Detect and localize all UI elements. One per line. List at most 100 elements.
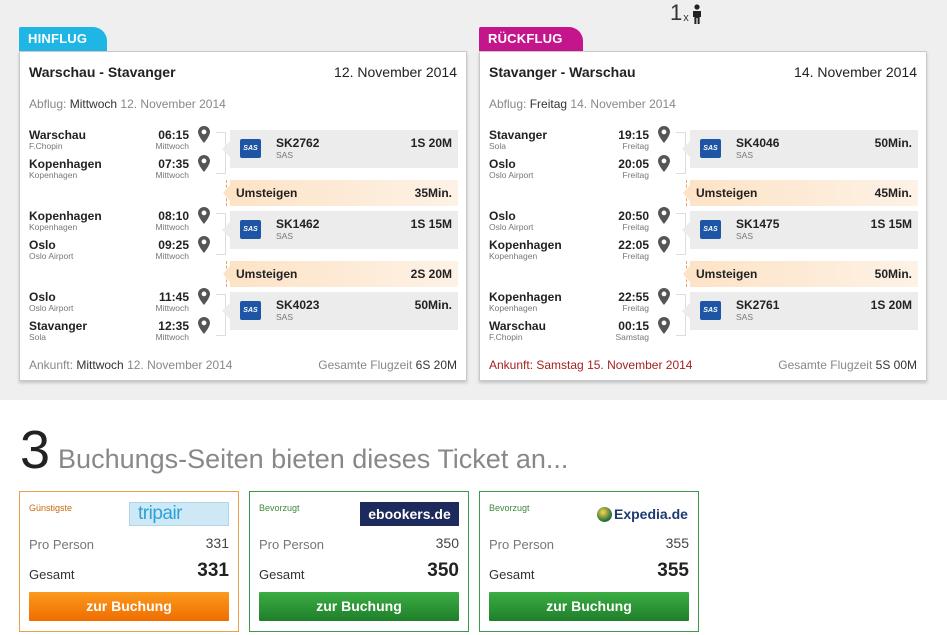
flight-info[interactable]: SAS SK1462 SAS 1S 15M <box>222 211 458 249</box>
outbound-arrival: Ankunft: Mittwoch 12. November 2014 <box>29 358 232 372</box>
total-label: Gesamt <box>259 567 305 582</box>
location-pin-icon <box>658 155 670 172</box>
flight-number: SK1475 <box>736 217 780 231</box>
location-pin-icon <box>198 207 210 224</box>
flight-number: SK2762 <box>276 136 320 150</box>
arrival-time: 20:05 <box>618 157 649 171</box>
departure-label: Abflug: <box>489 97 527 111</box>
passenger-count: 1 x <box>670 0 703 24</box>
layover-duration: 45Min. <box>874 186 912 200</box>
departure-label: Abflug: <box>29 97 67 111</box>
layover-label: Umsteigen <box>696 267 758 281</box>
arrival-day: Samstag <box>536 358 584 372</box>
from-airport: Kopenhagen <box>489 303 538 313</box>
flight-info[interactable]: SAS SK1475 SAS 1S 15M <box>682 211 918 249</box>
book-button[interactable]: zur Buchung <box>489 592 689 621</box>
from-airport: Oslo Airport <box>29 303 74 313</box>
outbound-card: Warschau - Stavanger 12. November 2014 A… <box>19 51 467 381</box>
arrival-day: Mittwoch <box>76 358 124 372</box>
to-airport: Sola <box>29 332 47 342</box>
flight-info[interactable]: SAS SK4046 SAS 50Min. <box>682 130 918 168</box>
flight-segment: Oslo Oslo Airport 11:45 Mittwoch Stavanger S… <box>20 288 468 348</box>
outbound-tab[interactable]: HINFLUG <box>19 27 108 51</box>
departure-time: 08:10 <box>158 209 189 223</box>
total-price: 350 <box>427 560 459 581</box>
arrival-weekday: Freitag <box>622 251 649 261</box>
departure-time: 19:15 <box>618 128 649 142</box>
arrival-label: Ankunft: <box>489 358 534 372</box>
flight-duration: 1S 15M <box>870 217 912 231</box>
book-button[interactable]: zur Buchung <box>259 592 459 621</box>
layover-label: Umsteigen <box>236 267 298 281</box>
tripair-logo[interactable]: tripair <box>129 502 229 526</box>
arrival-weekday: Samstag <box>615 332 649 342</box>
flight-duration: 50Min. <box>414 298 452 312</box>
return-tab[interactable]: RÜCKFLUG <box>479 27 583 51</box>
flight-info[interactable]: SAS SK2762 SAS 1S 20M <box>222 130 458 168</box>
ebookers-logo[interactable]: ebookers.de <box>360 502 459 526</box>
expedia-logo-text: Expedia.de <box>614 506 688 522</box>
return-date: 14. November 2014 <box>794 64 917 80</box>
total-label: Gesamt <box>489 567 535 582</box>
departure-day: Mittwoch <box>69 97 118 111</box>
layover-label: Umsteigen <box>236 186 298 200</box>
flight-info[interactable]: SAS SK4023 SAS 50Min. <box>222 292 458 330</box>
to-airport: Oslo Airport <box>29 251 74 261</box>
flight-info[interactable]: SAS SK2761 SAS 1S 20M <box>682 292 918 330</box>
location-pin-icon <box>658 126 670 143</box>
flight-number: SK2761 <box>736 298 780 312</box>
location-pin-icon <box>198 126 210 143</box>
departure-time: 20:50 <box>618 209 649 223</box>
flight-duration: 1S 20M <box>410 136 452 150</box>
layover-bar: Umsteigen 2S 20M <box>223 261 458 287</box>
to-city: Oslo <box>29 238 56 252</box>
departure-date: 14. November 2014 <box>570 97 676 111</box>
from-city: Warschau <box>29 128 86 142</box>
to-airport: Kopenhagen <box>489 251 538 261</box>
book-button[interactable]: zur Buchung <box>29 592 229 621</box>
to-city: Kopenhagen <box>489 238 562 252</box>
flight-duration: 1S 20M <box>870 298 912 312</box>
sas-logo-icon: SAS <box>240 301 261 320</box>
departure-weekday: Mittwoch <box>155 141 189 151</box>
from-airport: Sola <box>489 141 507 151</box>
to-airport: Oslo Airport <box>489 170 534 180</box>
offer-card-expedia: Bevorzugt Expedia.de Pro Person 355 Gesa… <box>479 491 699 632</box>
sas-logo-icon: SAS <box>240 139 261 158</box>
per-person-label: Pro Person <box>489 537 555 552</box>
flight-duration: 1S 15M <box>410 217 452 231</box>
to-city: Warschau <box>489 319 546 333</box>
location-pin-icon <box>198 236 210 253</box>
sas-logo-icon: SAS <box>700 220 721 239</box>
per-person-label: Pro Person <box>259 537 325 552</box>
arrival-time: 12:35 <box>158 319 189 333</box>
sas-logo-icon: SAS <box>700 301 721 320</box>
ebookers-logo-text: ebookers.de <box>368 506 451 522</box>
flight-number: SK4046 <box>736 136 780 150</box>
layover-bar: Umsteigen 45Min. <box>683 180 918 206</box>
from-city: Oslo <box>489 209 516 223</box>
outbound-date: 12. November 2014 <box>334 64 457 80</box>
to-airport: F.Chopin <box>489 332 523 342</box>
arrival-time: 00:15 <box>618 319 649 333</box>
expedia-logo[interactable]: Expedia.de <box>597 502 689 526</box>
total-price: 331 <box>197 560 229 581</box>
return-route: Stavanger - Warschau <box>489 64 636 80</box>
location-pin-icon <box>198 288 210 305</box>
carrier-name: SAS <box>276 150 294 160</box>
arrival-time: 09:25 <box>158 238 189 252</box>
globe-icon <box>597 506 612 522</box>
offer-card-ebookers: Bevorzugt ebookers.de Pro Person 350 Ges… <box>249 491 469 632</box>
departure-weekday: Mittwoch <box>155 303 189 313</box>
carrier-name: SAS <box>736 231 754 241</box>
offer-tag: Bevorzugt <box>489 503 530 513</box>
return-card: Stavanger - Warschau 14. November 2014 A… <box>479 51 927 381</box>
flight-number: SK4023 <box>276 298 320 312</box>
offer-tag: Bevorzugt <box>259 503 300 513</box>
outbound-route: Warschau - Stavanger <box>29 64 176 80</box>
from-city: Kopenhagen <box>29 209 102 223</box>
arrival-weekday: Mittwoch <box>155 332 189 342</box>
offer-tag: Günstigste <box>29 503 73 513</box>
return-departure: Abflug: Freitag 14. November 2014 <box>489 97 676 111</box>
from-city: Stavanger <box>489 128 548 142</box>
